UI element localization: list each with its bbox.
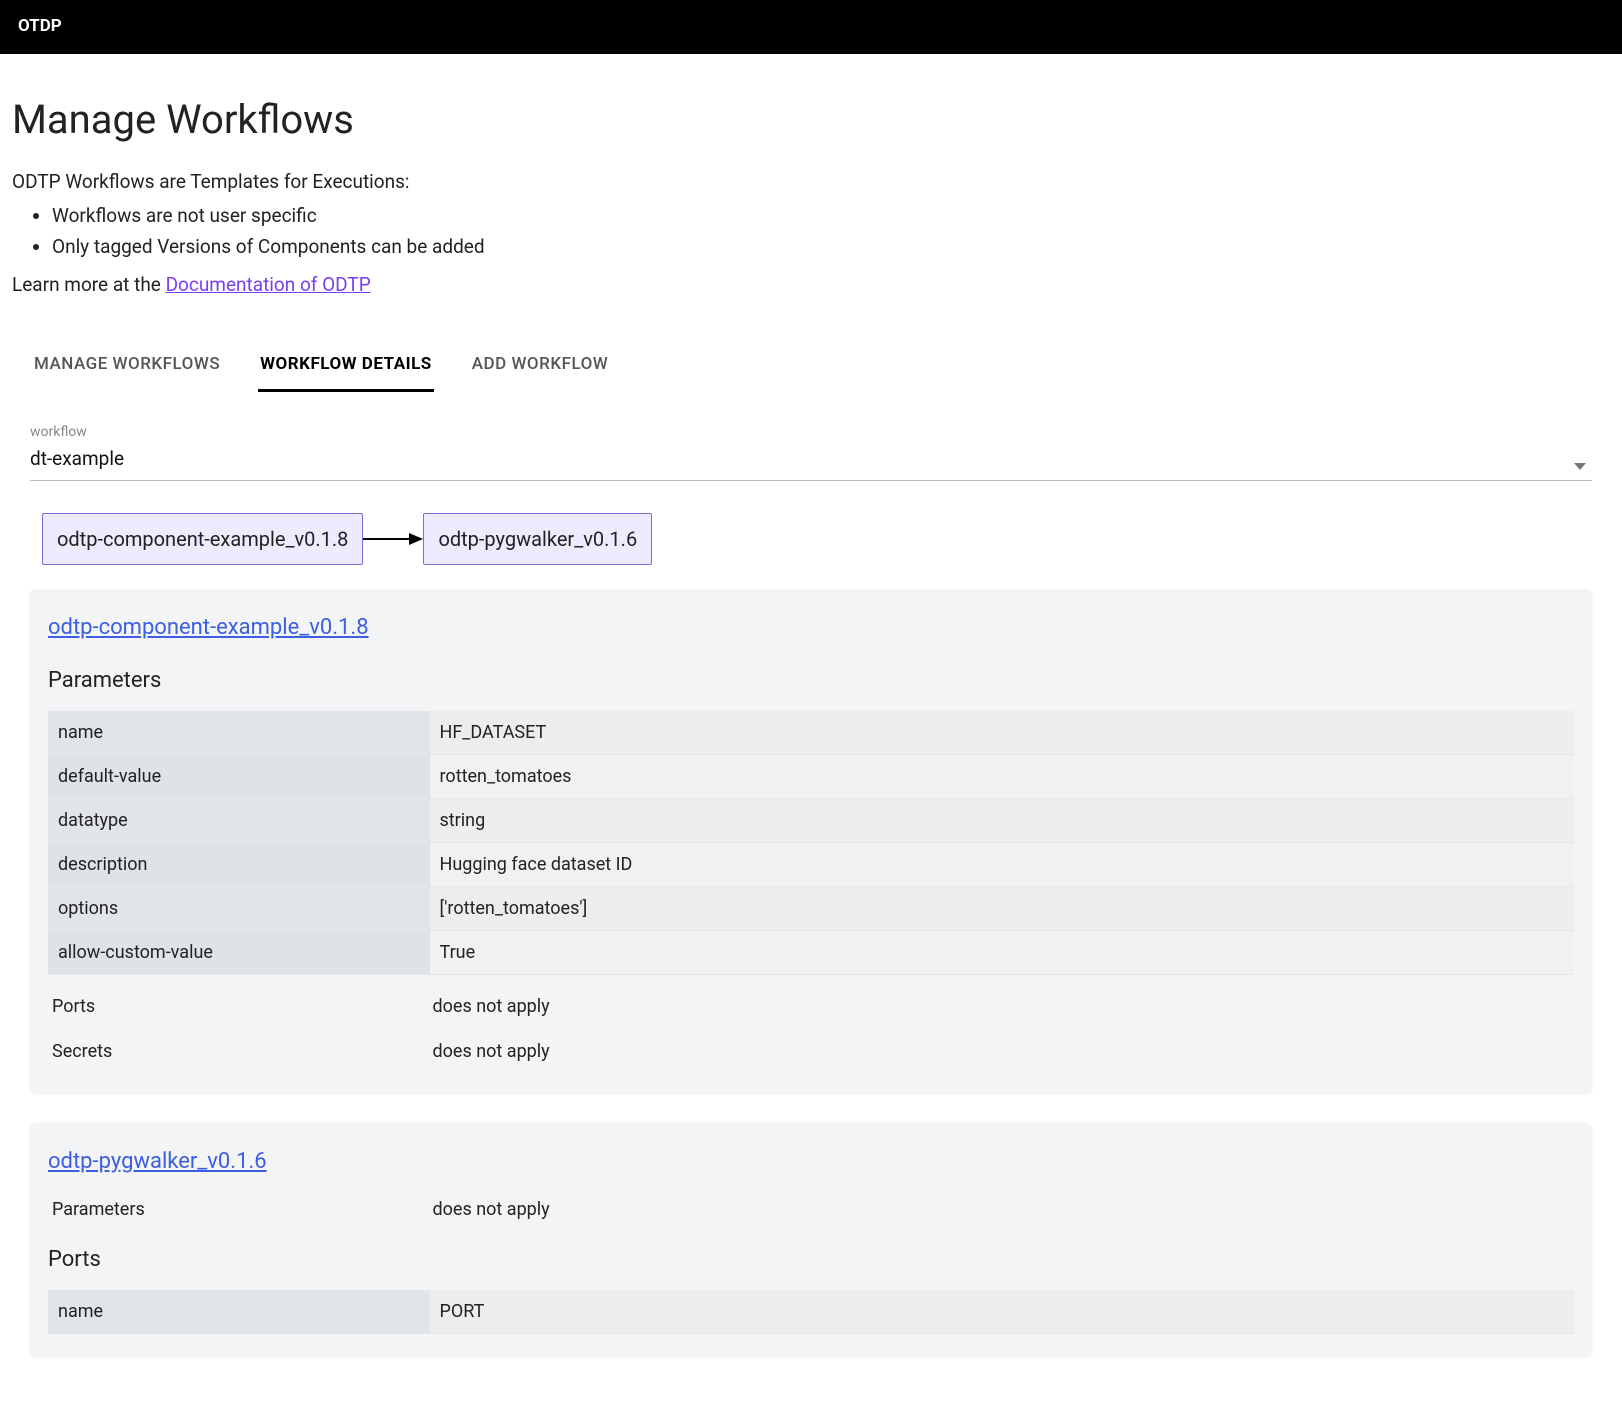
workflow-select-label: workflow bbox=[30, 422, 1592, 443]
table-row: options['rotten_tomatoes'] bbox=[48, 886, 1574, 930]
workflow-diagram: odtp-component-example_v0.1.8 odtp-pygwa… bbox=[42, 513, 1610, 565]
table-row: allow-custom-valueTrue bbox=[48, 930, 1574, 974]
bullet-item: Workflows are not user specific bbox=[52, 202, 1610, 231]
chevron-down-icon bbox=[1574, 463, 1586, 470]
page-content: Manage Workflows ODTP Workflows are Temp… bbox=[0, 54, 1622, 1427]
tab-manage-workflows[interactable]: MANAGE WORKFLOWS bbox=[32, 340, 222, 393]
secrets-row: Secrets does not apply bbox=[52, 1038, 1574, 1065]
intro-text: ODTP Workflows are Templates for Executi… bbox=[12, 168, 1610, 197]
table-row: datatypestring bbox=[48, 798, 1574, 842]
component-card: odtp-pygwalker_v0.1.6 Parameters does no… bbox=[30, 1123, 1592, 1356]
table-row: default-valuerotten_tomatoes bbox=[48, 754, 1574, 798]
parameters-table: nameHF_DATASET default-valuerotten_tomat… bbox=[48, 711, 1574, 975]
intro-bullets: Workflows are not user specific Only tag… bbox=[52, 202, 1610, 261]
tabs: MANAGE WORKFLOWS WORKFLOW DETAILS ADD WO… bbox=[12, 340, 1610, 393]
table-row: nameHF_DATASET bbox=[48, 711, 1574, 755]
arrow-icon bbox=[363, 529, 423, 549]
table-row: descriptionHugging face dataset ID bbox=[48, 842, 1574, 886]
table-row: namePORT bbox=[48, 1290, 1574, 1334]
tab-add-workflow[interactable]: ADD WORKFLOW bbox=[470, 340, 611, 393]
component-card: odtp-component-example_v0.1.8 Parameters… bbox=[30, 589, 1592, 1093]
component-title-link[interactable]: odtp-pygwalker_v0.1.6 bbox=[48, 1149, 267, 1174]
workflow-select-value: dt-example bbox=[30, 445, 1592, 474]
tab-workflow-details[interactable]: WORKFLOW DETAILS bbox=[258, 340, 434, 393]
documentation-link[interactable]: Documentation of ODTP bbox=[166, 273, 371, 296]
parameters-heading: Parameters bbox=[48, 664, 1574, 697]
parameters-row: Parameters does not apply bbox=[52, 1196, 1574, 1223]
diagram-node: odtp-component-example_v0.1.8 bbox=[42, 513, 363, 565]
ports-table: namePORT bbox=[48, 1290, 1574, 1334]
top-bar: OTDP bbox=[0, 0, 1622, 54]
workflow-select[interactable]: workflow dt-example bbox=[30, 422, 1592, 481]
learn-more-text: Learn more at the Documentation of ODTP bbox=[12, 271, 1610, 300]
brand-label: OTDP bbox=[18, 16, 62, 36]
component-title-link[interactable]: odtp-component-example_v0.1.8 bbox=[48, 615, 369, 640]
diagram-node: odtp-pygwalker_v0.1.6 bbox=[423, 513, 652, 565]
ports-row: Ports does not apply bbox=[52, 993, 1574, 1020]
page-title: Manage Workflows bbox=[12, 90, 1610, 150]
ports-heading: Ports bbox=[48, 1243, 1574, 1276]
bullet-item: Only tagged Versions of Components can b… bbox=[52, 233, 1610, 262]
